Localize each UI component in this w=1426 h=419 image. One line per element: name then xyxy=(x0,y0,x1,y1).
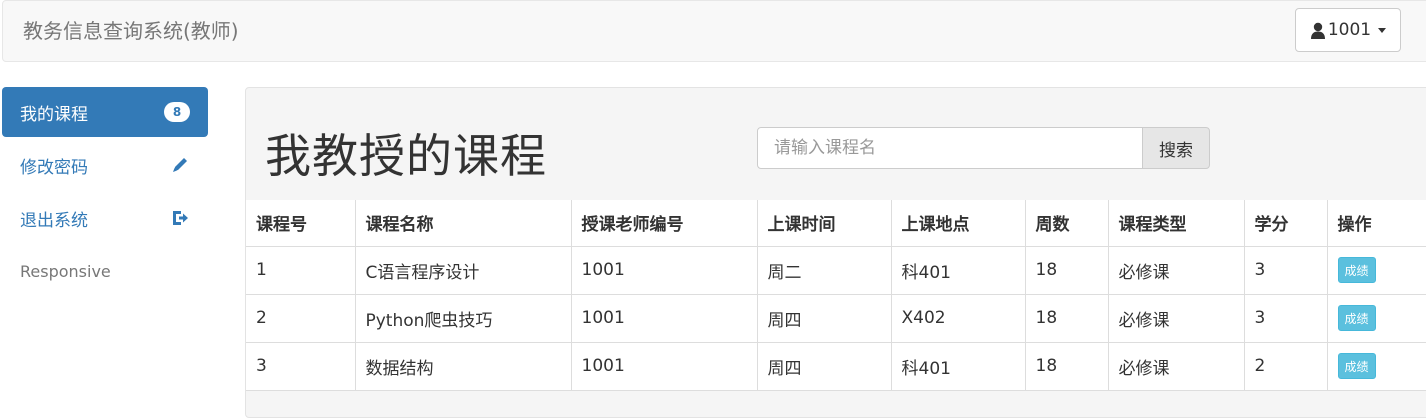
sidebar-item-my-courses[interactable]: 我的课程 8 xyxy=(2,87,208,137)
cell-course-type: 必修课 xyxy=(1107,293,1245,343)
column-header: 学分 xyxy=(1243,200,1328,247)
cell-course-id: 3 xyxy=(246,341,356,391)
column-header: 课程类型 xyxy=(1107,200,1245,247)
cell-location: 科401 xyxy=(890,245,1026,295)
course-table: 课程号 课程名称 授课老师编号 上课时间 上课地点 周数 课程类型 学分 操作 … xyxy=(246,200,1426,391)
user-icon xyxy=(1310,22,1325,39)
cell-action: 成绩 xyxy=(1326,245,1426,295)
cell-course-id: 1 xyxy=(246,245,356,295)
cell-credit: 3 xyxy=(1243,245,1328,295)
app-title[interactable]: 教务信息查询系统(教师) xyxy=(23,1,239,61)
user-id-label: 1001 xyxy=(1327,20,1372,40)
page-title: 我教授的课程 xyxy=(265,129,547,183)
search-input[interactable] xyxy=(757,127,1143,169)
cell-course-name: 数据结构 xyxy=(354,341,572,391)
cell-teacher-id: 1001 xyxy=(570,245,758,295)
cell-credit: 3 xyxy=(1243,293,1328,343)
cell-action: 成绩 xyxy=(1326,341,1426,391)
cell-weeks: 18 xyxy=(1024,245,1109,295)
sidebar-item-label: 退出系统 xyxy=(20,210,88,231)
logout-icon xyxy=(173,211,188,225)
cell-course-type: 必修课 xyxy=(1107,245,1245,295)
column-header: 操作 xyxy=(1326,200,1426,247)
sidebar-item-label: 修改密码 xyxy=(20,157,88,178)
cell-class-time: 周四 xyxy=(756,341,892,391)
column-header: 上课地点 xyxy=(890,200,1026,247)
main-panel: 我教授的课程 搜索 课程号 课程名称 授课老师编号 上课时间 上课地点 周数 课… xyxy=(245,87,1426,418)
cell-class-time: 周四 xyxy=(756,293,892,343)
table-header-row: 课程号 课程名称 授课老师编号 上课时间 上课地点 周数 课程类型 学分 操作 xyxy=(246,200,1426,247)
search-button[interactable]: 搜索 xyxy=(1142,127,1210,169)
grades-button[interactable]: 成绩 xyxy=(1337,353,1376,379)
table-row: 3 数据结构 1001 周四 科401 18 必修课 2 成绩 xyxy=(246,341,1426,391)
cell-credit: 2 xyxy=(1243,341,1328,391)
cell-weeks: 18 xyxy=(1024,341,1109,391)
column-header: 课程名称 xyxy=(354,200,572,247)
column-header: 授课老师编号 xyxy=(570,200,758,247)
cell-class-time: 周二 xyxy=(756,245,892,295)
user-menu-button[interactable]: 1001 xyxy=(1295,8,1401,52)
cell-course-type: 必修课 xyxy=(1107,341,1245,391)
sidebar-item-label: 我的课程 xyxy=(20,104,88,125)
column-header: 课程号 xyxy=(246,200,356,247)
grades-button[interactable]: 成绩 xyxy=(1337,257,1376,283)
sidebar-item-change-password[interactable]: 修改密码 xyxy=(2,140,208,190)
cell-location: X402 xyxy=(890,293,1026,343)
sidebar-item-logout[interactable]: 退出系统 xyxy=(2,193,208,243)
table-row: 1 C语言程序设计 1001 周二 科401 18 必修课 3 成绩 xyxy=(246,245,1426,295)
cell-course-id: 2 xyxy=(246,293,356,343)
cell-teacher-id: 1001 xyxy=(570,341,758,391)
sidebar: 我的课程 8 修改密码 退出系统 Responsive xyxy=(2,87,208,296)
course-count-badge: 8 xyxy=(164,102,190,122)
pencil-icon xyxy=(173,158,187,172)
grades-button[interactable]: 成绩 xyxy=(1337,305,1376,331)
chevron-down-icon xyxy=(1378,27,1387,33)
cell-location: 科401 xyxy=(890,341,1026,391)
cell-teacher-id: 1001 xyxy=(570,293,758,343)
column-header: 上课时间 xyxy=(756,200,892,247)
cell-action: 成绩 xyxy=(1326,293,1426,343)
column-header: 周数 xyxy=(1024,200,1109,247)
cell-course-name: C语言程序设计 xyxy=(354,245,572,295)
table-row: 2 Python爬虫技巧 1001 周四 X402 18 必修课 3 成绩 xyxy=(246,293,1426,343)
top-navbar: 教务信息查询系统(教师) 1001 xyxy=(2,0,1426,62)
cell-course-name: Python爬虫技巧 xyxy=(354,293,572,343)
sidebar-item-responsive: Responsive xyxy=(20,261,111,281)
course-table-container: 课程号 课程名称 授课老师编号 上课时间 上课地点 周数 课程类型 学分 操作 … xyxy=(246,200,1426,391)
cell-weeks: 18 xyxy=(1024,293,1109,343)
